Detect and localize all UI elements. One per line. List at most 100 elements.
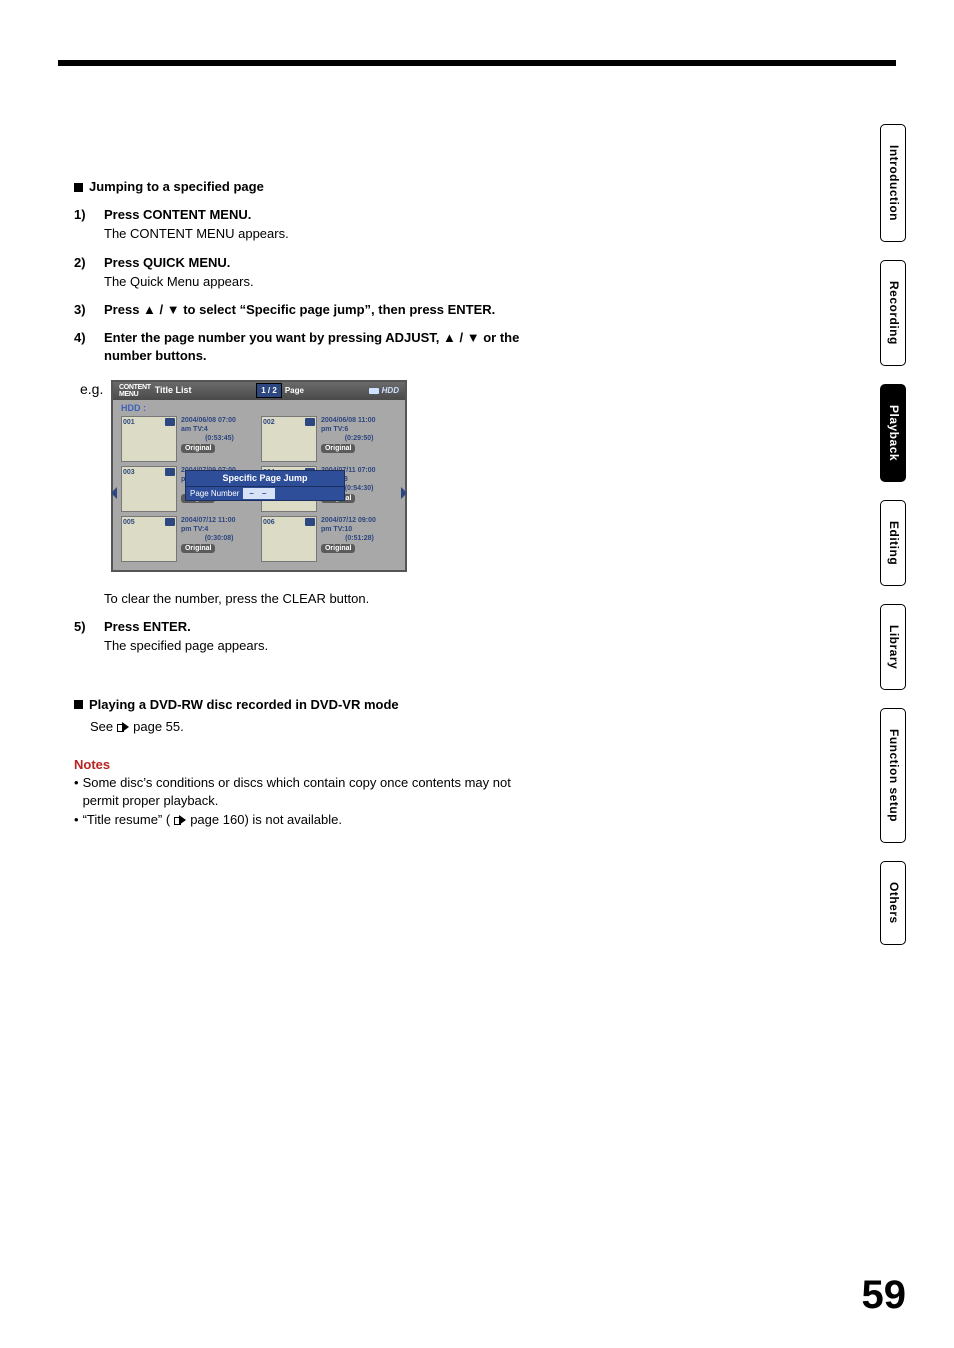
- tab-playback[interactable]: Playback: [880, 384, 906, 482]
- thumbnail: 002: [261, 416, 317, 462]
- section-title: Jumping to a specified page: [89, 178, 264, 196]
- section-heading-jump: Jumping to a specified page: [74, 178, 544, 196]
- tab-editing[interactable]: Editing: [880, 500, 906, 586]
- shot-header: CONTENT MENU Title List 1 / 2 Page HDD: [113, 382, 405, 400]
- notes-text: “Title resume” ( page 160 ) is not avail…: [83, 811, 342, 829]
- see-prefix: See: [90, 718, 113, 736]
- step-title: Press CONTENT MENU.: [104, 206, 544, 224]
- card-channel: am TV:8: [321, 475, 376, 484]
- page-left-icon: [111, 487, 117, 499]
- tab-library[interactable]: Library: [880, 604, 906, 690]
- step-4: 4) Enter the page number you want by pre…: [74, 329, 544, 365]
- page-indicator: 1 / 2: [256, 383, 282, 398]
- original-badge: Original: [321, 444, 355, 453]
- card-date: 2004/06/08 11:00: [321, 416, 376, 425]
- card-meta: 2004/06/08 11:00 pm TV:6 (0:29:50) Origi…: [317, 416, 376, 462]
- step-number: 2): [74, 254, 86, 272]
- step-body: The CONTENT MENU appears.: [104, 225, 544, 243]
- thumbnail: 005: [121, 516, 177, 562]
- card-index: 003: [123, 468, 135, 478]
- card-duration: (0:54:30): [321, 484, 376, 493]
- quality-icon: [165, 418, 175, 426]
- notes-item: • Some disc’s conditions or discs which …: [74, 774, 544, 810]
- step-number: 3): [74, 301, 86, 319]
- card-date: 2004/06/08 07:00: [181, 416, 236, 425]
- step-2: 2) Press QUICK MENU. The Quick Menu appe…: [74, 254, 544, 291]
- step-title: Press ▲ / ▼ to select “Specific page jum…: [104, 301, 544, 319]
- notes-ref-page: page 160: [190, 811, 244, 829]
- title-card: 003 2004/07/09 07:00 pm TV:4 (0:19:50) O…: [121, 466, 257, 512]
- page-ref-icon: [174, 815, 186, 825]
- card-date: 2004/07/12 09:00: [321, 516, 376, 525]
- bullet-square-icon: [74, 183, 83, 192]
- tab-function-setup[interactable]: Function setup: [880, 708, 906, 843]
- step-1: 1) Press CONTENT MENU. The CONTENT MENU …: [74, 206, 544, 243]
- hdd-text: HDD: [382, 386, 399, 395]
- notes-prefix: “Title resume” (: [83, 811, 171, 829]
- thumbnail: 003: [121, 466, 177, 512]
- quality-icon: [165, 518, 175, 526]
- clear-instruction: To clear the number, press the CLEAR but…: [74, 590, 544, 608]
- card-meta: 2004/06/08 07:00 am TV:4 (0:53:45) Origi…: [177, 416, 236, 462]
- card-index: 001: [123, 418, 135, 428]
- step-number: 1): [74, 206, 86, 224]
- quality-icon: [305, 468, 315, 476]
- step-5: 5) Press ENTER. The specified page appea…: [74, 618, 544, 655]
- card-channel: am TV:4: [181, 425, 236, 434]
- logo-top: CONTENT: [119, 384, 151, 391]
- original-badge: Original: [181, 444, 215, 453]
- notes-heading: Notes: [74, 756, 544, 774]
- hdd-icon: [369, 388, 379, 394]
- original-badge: Original: [181, 544, 215, 553]
- original-badge: Original: [181, 494, 215, 503]
- original-badge: Original: [321, 494, 355, 503]
- card-meta: 2004/07/09 07:00 pm TV:4 (0:19:50) Origi…: [177, 466, 236, 512]
- tab-introduction[interactable]: Introduction: [880, 124, 906, 242]
- title-card: 004 2004/07/11 07:00 am TV:8 (0:54:30) O…: [261, 466, 397, 512]
- step-title: Press ENTER.: [104, 618, 544, 636]
- section-dvd-rw: Playing a DVD-RW disc recorded in DVD-VR…: [74, 696, 544, 736]
- see-suffix: page 55.: [133, 718, 184, 736]
- content-menu-screenshot: CONTENT MENU Title List 1 / 2 Page HDD H…: [111, 380, 407, 573]
- card-duration: (0:53:45): [181, 434, 236, 443]
- title-card: 006 2004/07/12 09:00 pm TV:10 (0:51:28) …: [261, 516, 397, 562]
- card-index: 002: [263, 418, 275, 428]
- tab-recording[interactable]: Recording: [880, 260, 906, 366]
- card-channel: pm TV:4: [181, 525, 236, 534]
- content-menu-logo: CONTENT MENU: [119, 384, 151, 398]
- step-title: Enter the page number you want by pressi…: [104, 329, 544, 365]
- title-cards-grid: Specific Page Jump Page Number – – 001 2…: [113, 416, 405, 570]
- card-channel: pm TV:6: [321, 425, 376, 434]
- example-row: e.g. CONTENT MENU Title List 1 / 2 Page …: [74, 380, 544, 573]
- title-card: 002 2004/06/08 11:00 pm TV:6 (0:29:50) O…: [261, 416, 397, 462]
- tab-others[interactable]: Others: [880, 861, 906, 945]
- step-body: The specified page appears.: [104, 637, 544, 655]
- notes-suffix: ) is not available.: [244, 811, 342, 829]
- notes-text: Some disc’s conditions or discs which co…: [83, 774, 544, 810]
- step-body: The Quick Menu appears.: [104, 273, 544, 291]
- step-title: Press QUICK MENU.: [104, 254, 544, 272]
- card-index: 004: [263, 468, 275, 478]
- step-3: 3) Press ▲ / ▼ to select “Specific page …: [74, 301, 544, 319]
- bullet-icon: •: [74, 774, 79, 810]
- page-word: Page: [285, 385, 304, 396]
- quality-icon: [305, 518, 315, 526]
- thumbnail: 006: [261, 516, 317, 562]
- see-page-line: See page 55.: [74, 718, 544, 736]
- section-title: Playing a DVD-RW disc recorded in DVD-VR…: [89, 696, 399, 714]
- original-badge: Original: [321, 544, 355, 553]
- eg-label: e.g.: [80, 380, 103, 400]
- page-ref-icon: [117, 722, 129, 732]
- card-date: 2004/07/11 07:00: [321, 466, 376, 475]
- card-meta: 2004/07/11 07:00 am TV:8 (0:54:30) Origi…: [317, 466, 376, 512]
- page-number: 59: [862, 1273, 907, 1318]
- title-card: 005 2004/07/12 11:00 pm TV:4 (0:30:08) O…: [121, 516, 257, 562]
- card-duration: (0:30:08): [181, 534, 236, 543]
- top-rule: [58, 60, 896, 66]
- notes-item: • “Title resume” ( page 160 ) is not ava…: [74, 811, 544, 829]
- card-duration: (0:19:50): [181, 484, 236, 493]
- logo-bottom: MENU: [119, 391, 138, 398]
- bullet-icon: •: [74, 811, 79, 829]
- thumbnail: 004: [261, 466, 317, 512]
- bullet-square-icon: [74, 700, 83, 709]
